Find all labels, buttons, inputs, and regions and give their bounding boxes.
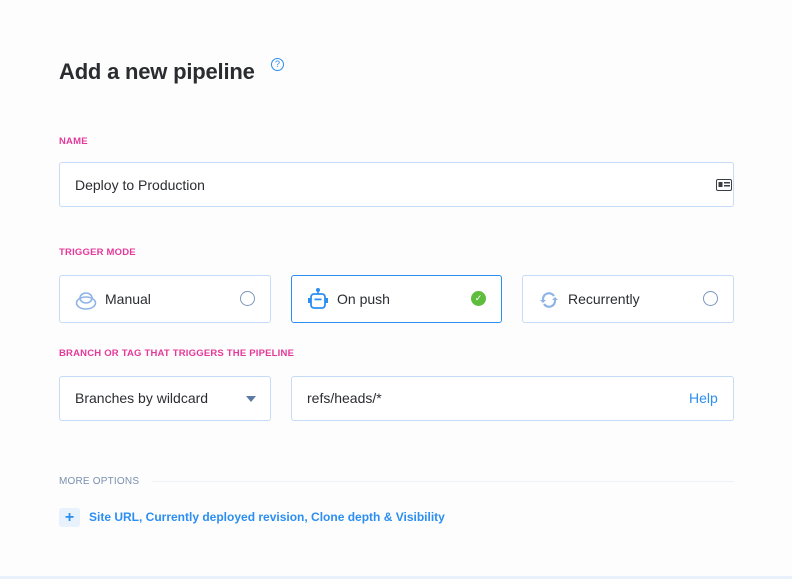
caret-down-icon [246, 396, 256, 402]
id-card-icon [716, 179, 732, 191]
branch-mode-value: Branches by wildcard [75, 390, 209, 406]
plus-icon[interactable]: + [59, 508, 80, 527]
refresh-icon [540, 292, 558, 308]
help-link[interactable]: Help [689, 390, 718, 406]
question-circle-icon[interactable]: ? [271, 58, 284, 71]
trigger-option-label: Manual [105, 291, 151, 307]
trigger-mode-label: TRIGGER MODE [59, 247, 136, 258]
name-input-value: Deploy to Production [75, 177, 205, 193]
robot-icon [308, 288, 328, 309]
more-options-link[interactable]: Site URL, Currently deployed revision, C… [89, 510, 445, 524]
trigger-option-label: Recurrently [568, 291, 640, 307]
trigger-option-label: On push [337, 291, 390, 307]
radio-unchecked-icon[interactable] [703, 291, 718, 306]
trigger-option-manual[interactable]: Manual [59, 275, 271, 323]
branch-pattern-value: refs/heads/* [307, 390, 382, 406]
trigger-option-on-push[interactable]: On push ✓ [291, 275, 502, 323]
name-label: NAME [59, 136, 88, 147]
branch-label: BRANCH OR TAG THAT TRIGGERS THE PIPELINE [59, 348, 295, 359]
page-title: Add a new pipeline [59, 59, 255, 84]
divider [152, 481, 734, 482]
radio-unchecked-icon[interactable] [240, 291, 255, 306]
more-options-label: MORE OPTIONS [59, 476, 140, 487]
trigger-option-recurrently[interactable]: Recurrently [522, 275, 734, 323]
push-button-icon [75, 292, 97, 310]
branch-pattern-input[interactable]: refs/heads/* Help [291, 376, 734, 421]
name-input[interactable]: Deploy to Production [59, 162, 734, 207]
branch-mode-select[interactable]: Branches by wildcard [59, 376, 271, 421]
check-circle-icon[interactable]: ✓ [471, 291, 486, 306]
